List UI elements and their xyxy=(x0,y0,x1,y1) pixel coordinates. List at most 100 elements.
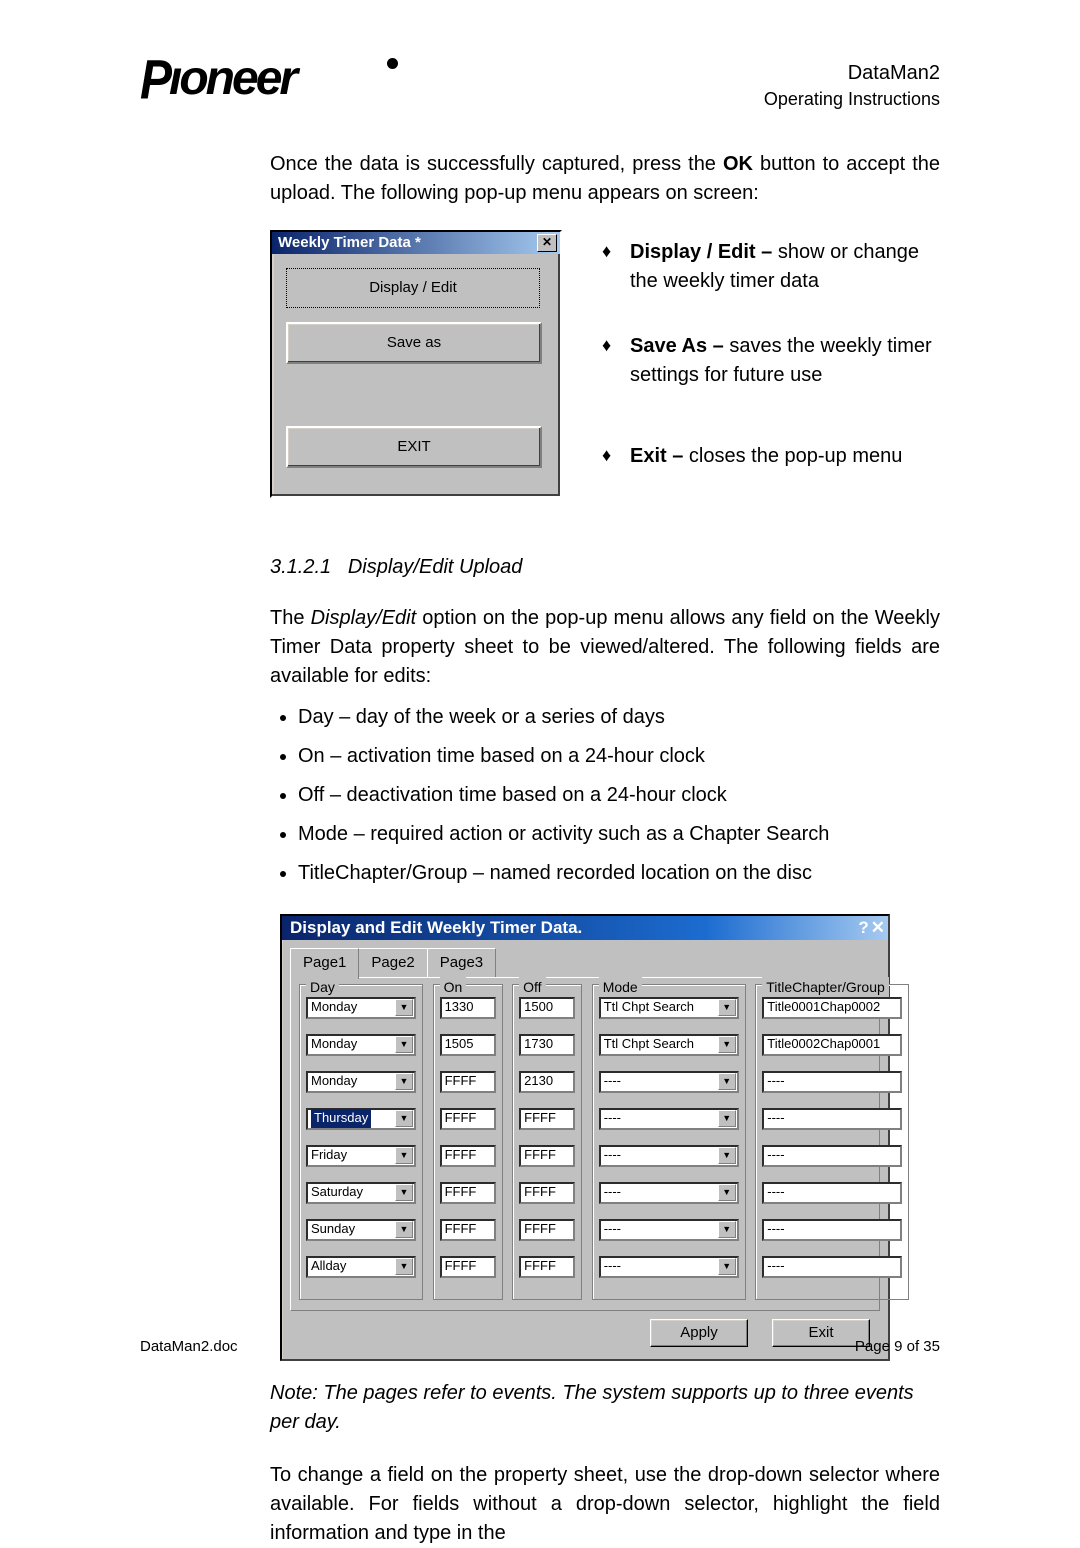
text-input[interactable]: ---- xyxy=(762,1071,902,1093)
text-input[interactable]: FFFF xyxy=(519,1145,575,1167)
groupbox-on: On 13301505FFFFFFFFFFFFFFFFFFFFFFFF xyxy=(433,984,503,1300)
popup-legend-list: ♦ Display / Edit – show or change the we… xyxy=(602,232,940,507)
text-input[interactable]: ---- xyxy=(762,1256,902,1278)
text-input[interactable]: ---- xyxy=(762,1108,902,1130)
text-input[interactable]: FFFF xyxy=(519,1108,575,1130)
field-off: Off – deactivation time based on a 24-ho… xyxy=(298,781,940,810)
text-input[interactable]: FFFF xyxy=(440,1256,496,1278)
text-input[interactable]: 2130 xyxy=(519,1071,575,1093)
field-day: Day – day of the week or a series of day… xyxy=(298,703,940,732)
day-select[interactable]: Monday▼ xyxy=(306,997,416,1019)
chevron-down-icon: ▼ xyxy=(718,1258,736,1275)
dialog-titlebar: Display and Edit Weekly Timer Data. ? ✕ xyxy=(282,916,888,940)
chevron-down-icon: ▼ xyxy=(718,1147,736,1164)
day-select[interactable]: Allday▼ xyxy=(306,1256,416,1278)
field-on: On – activation time based on a 24-hour … xyxy=(298,742,940,771)
text-input[interactable]: FFFF xyxy=(440,1219,496,1241)
chevron-down-icon: ▼ xyxy=(395,1147,413,1164)
text-input[interactable]: FFFF xyxy=(440,1071,496,1093)
page-footer: DataMan2.doc Page 9 of 35 xyxy=(140,1338,940,1355)
text-input[interactable]: Title0001Chap0002 xyxy=(762,997,902,1019)
day-select[interactable]: Saturday▼ xyxy=(306,1182,416,1204)
day-select[interactable]: ----▼ xyxy=(599,1145,739,1167)
day-select[interactable]: ----▼ xyxy=(599,1108,739,1130)
text-input[interactable]: 1500 xyxy=(519,997,575,1019)
day-select[interactable]: Monday▼ xyxy=(306,1034,416,1056)
popup-titlebar: Weekly Timer Data * ✕ xyxy=(272,232,560,254)
display-edit-dialog: Display and Edit Weekly Timer Data. ? ✕ … xyxy=(280,914,890,1361)
legend-exit: ♦ Exit – closes the pop-up menu xyxy=(602,442,940,471)
header-right: DataMan2 Operating Instructions xyxy=(764,60,940,111)
footer-left: DataMan2.doc xyxy=(140,1338,238,1355)
field-tcg: TitleChapter/Group – named recorded loca… xyxy=(298,859,940,888)
intro-paragraph: Once the data is successfully captured, … xyxy=(270,150,940,208)
text-input[interactable]: FFFF xyxy=(440,1145,496,1167)
text-input[interactable]: FFFF xyxy=(519,1182,575,1204)
groupbox-off: Off 150017302130FFFFFFFFFFFFFFFFFFFF xyxy=(512,984,582,1300)
tab-page2[interactable]: Page2 xyxy=(358,948,427,977)
chevron-down-icon: ▼ xyxy=(718,1221,736,1238)
text-input[interactable]: FFFF xyxy=(519,1256,575,1278)
groupbox-tcg: TitleChapter/Group Title0001Chap0002Titl… xyxy=(755,984,909,1300)
text-input[interactable]: ---- xyxy=(762,1145,902,1167)
save-as-button[interactable]: Save as xyxy=(286,322,542,364)
exit-button[interactable]: EXIT xyxy=(286,426,542,468)
tab-panel: Day Monday▼Monday▼Monday▼Thursday▼Friday… xyxy=(290,977,880,1311)
chevron-down-icon: ▼ xyxy=(395,1221,413,1238)
chevron-down-icon: ▼ xyxy=(395,1184,413,1201)
chevron-down-icon: ▼ xyxy=(395,1036,413,1053)
tab-page1[interactable]: Page1 xyxy=(290,948,359,979)
day-select[interactable]: Thursday▼ xyxy=(306,1108,416,1130)
section-paragraph: The Display/Edit option on the pop-up me… xyxy=(270,604,940,691)
day-select[interactable]: Monday▼ xyxy=(306,1071,416,1093)
text-input[interactable]: 1505 xyxy=(440,1034,496,1056)
chevron-down-icon: ▼ xyxy=(718,1036,736,1053)
popup-title: Weekly Timer Data * xyxy=(278,232,421,254)
text-input[interactable]: FFFF xyxy=(519,1219,575,1241)
tab-page3[interactable]: Page3 xyxy=(427,948,496,977)
chevron-down-icon: ▼ xyxy=(395,1110,413,1127)
groupbox-mode: Mode Ttl Chpt Search▼Ttl Chpt Search▼---… xyxy=(592,984,746,1300)
note-text: Note: The pages refer to events. The sys… xyxy=(270,1379,940,1437)
chevron-down-icon: ▼ xyxy=(718,999,736,1016)
text-input[interactable]: 1730 xyxy=(519,1034,575,1056)
day-select[interactable]: ----▼ xyxy=(599,1256,739,1278)
legend-display-edit: ♦ Display / Edit – show or change the we… xyxy=(602,238,940,296)
weekly-timer-popup: Weekly Timer Data * ✕ Display / Edit Sav… xyxy=(270,230,562,498)
chevron-down-icon: ▼ xyxy=(395,1258,413,1275)
day-select[interactable]: Ttl Chpt Search▼ xyxy=(599,997,739,1019)
groupbox-day: Day Monday▼Monday▼Monday▼Thursday▼Friday… xyxy=(299,984,423,1300)
chevron-down-icon: ▼ xyxy=(395,999,413,1016)
chevron-down-icon: ▼ xyxy=(718,1110,736,1127)
chevron-down-icon: ▼ xyxy=(718,1184,736,1201)
fields-list: Day – day of the week or a series of day… xyxy=(286,703,940,888)
help-icon[interactable]: ? xyxy=(858,916,868,941)
text-input[interactable]: ---- xyxy=(762,1182,902,1204)
day-select[interactable]: ----▼ xyxy=(599,1182,739,1204)
doc-subtitle: Operating Instructions xyxy=(764,87,940,111)
text-input[interactable]: Title0002Chap0001 xyxy=(762,1034,902,1056)
text-input[interactable]: 1330 xyxy=(440,997,496,1019)
text-input[interactable]: FFFF xyxy=(440,1182,496,1204)
trailing-paragraph: To change a field on the property sheet,… xyxy=(270,1461,940,1548)
close-icon[interactable]: ✕ xyxy=(871,916,885,941)
dialog-title: Display and Edit Weekly Timer Data. xyxy=(290,916,582,941)
text-input[interactable]: FFFF xyxy=(440,1108,496,1130)
footer-right: Page 9 of 35 xyxy=(855,1338,940,1355)
pioneer-logo: Pıoneer xyxy=(140,55,440,115)
chevron-down-icon: ▼ xyxy=(718,1073,736,1090)
chevron-down-icon: ▼ xyxy=(395,1073,413,1090)
field-mode: Mode – required action or activity such … xyxy=(298,820,940,849)
doc-title: DataMan2 xyxy=(764,60,940,87)
display-edit-button[interactable]: Display / Edit xyxy=(286,268,540,308)
close-icon[interactable]: ✕ xyxy=(537,234,557,252)
day-select[interactable]: Sunday▼ xyxy=(306,1219,416,1241)
legend-save-as: ♦ Save As – saves the weekly timer setti… xyxy=(602,332,940,390)
text-input[interactable]: ---- xyxy=(762,1219,902,1241)
tabs: Page1 Page2 Page3 xyxy=(290,948,880,977)
day-select[interactable]: Friday▼ xyxy=(306,1145,416,1167)
day-select[interactable]: Ttl Chpt Search▼ xyxy=(599,1034,739,1056)
section-heading: 3.1.2.1 Display/Edit Upload xyxy=(270,553,940,582)
day-select[interactable]: ----▼ xyxy=(599,1071,739,1093)
day-select[interactable]: ----▼ xyxy=(599,1219,739,1241)
